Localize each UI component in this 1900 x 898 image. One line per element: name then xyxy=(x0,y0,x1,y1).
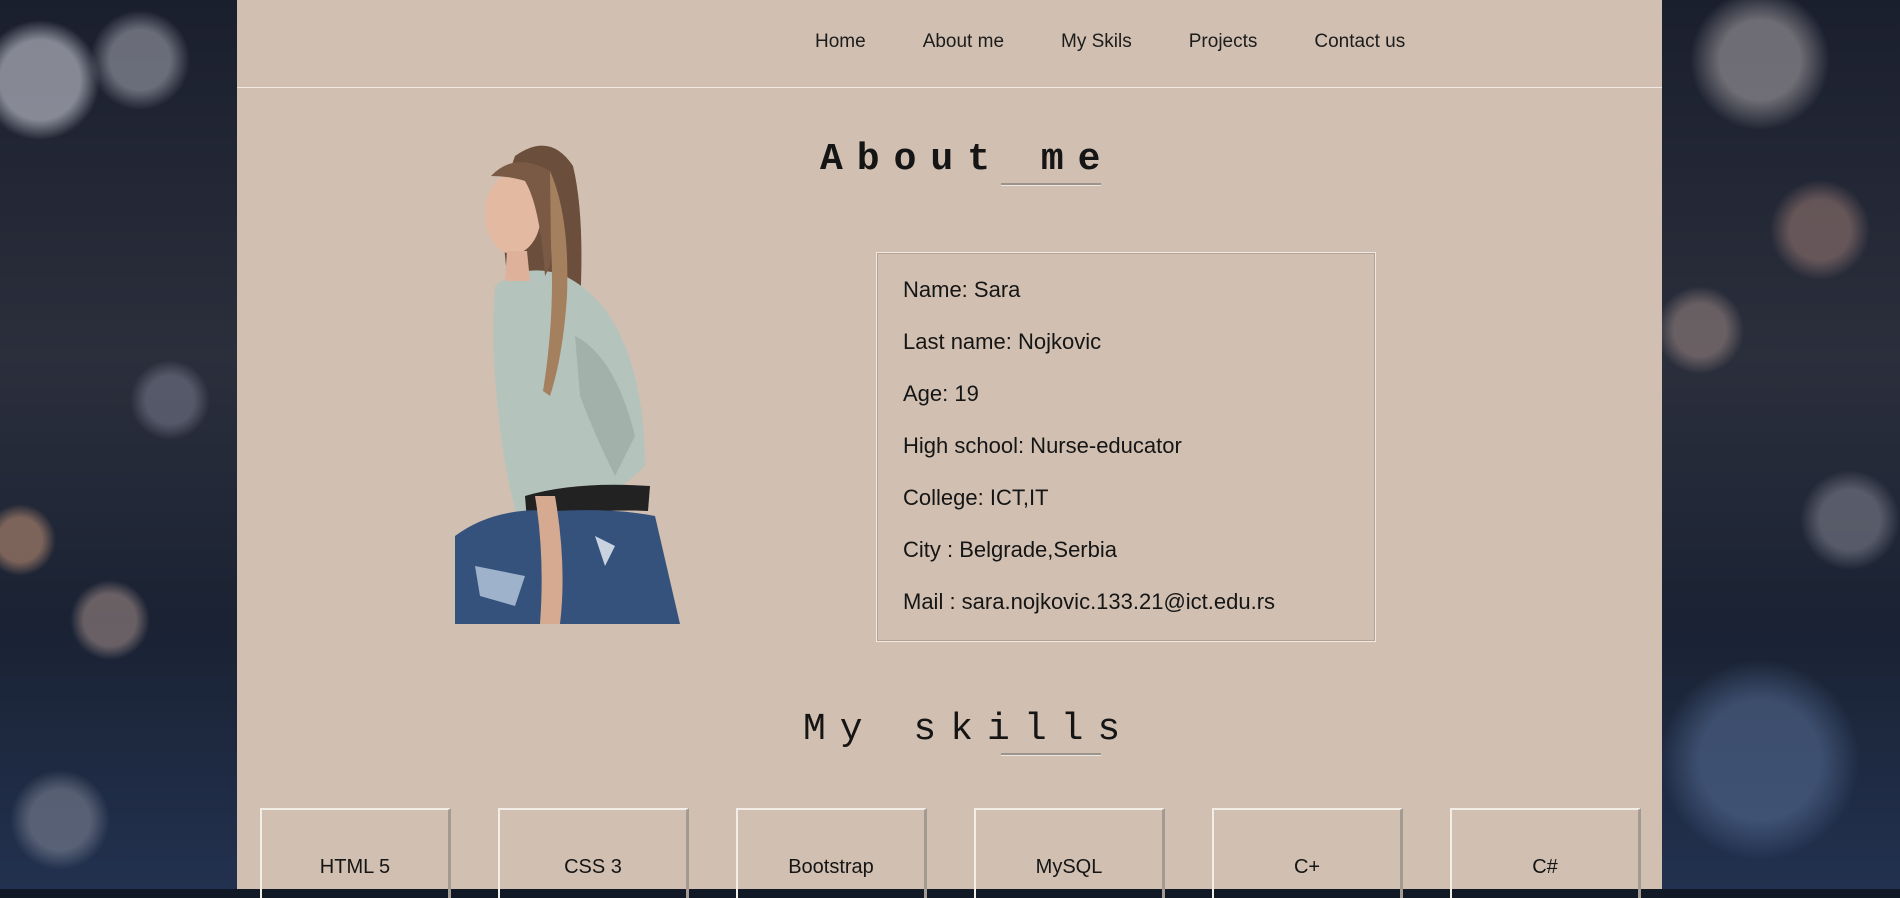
top-navigation: Home About me My Skils Projects Contact … xyxy=(237,0,1662,88)
info-age: Age: 19 xyxy=(903,381,979,406)
personal-info-box: Name: Sara Last name: Nojkovic Age: 19 H… xyxy=(876,252,1376,642)
info-name: Name: Sara xyxy=(903,277,1021,302)
skill-card-bootstrap[interactable]: Bootstrap xyxy=(736,808,927,898)
my-skills-heading: My skills xyxy=(803,708,1135,751)
nav-list: Home About me My Skils Projects Contact … xyxy=(815,31,1405,53)
skill-card-html5[interactable]: HTML 5 xyxy=(260,808,451,898)
nav-item-home[interactable]: Home xyxy=(815,31,866,53)
page-container: Home About me My Skils Projects Contact … xyxy=(237,0,1662,898)
info-college: College: ICT,IT xyxy=(903,485,1049,510)
skill-card-cplus[interactable]: C+ xyxy=(1212,808,1403,898)
profile-photo xyxy=(455,145,680,624)
skills-list: HTML 5 CSS 3 Bootstrap MySQL C+ C# xyxy=(260,808,1641,898)
about-heading-underline xyxy=(1001,183,1101,186)
skill-card-css3[interactable]: CSS 3 xyxy=(498,808,689,898)
nav-item-projects[interactable]: Projects xyxy=(1189,31,1258,53)
skill-card-mysql[interactable]: MySQL xyxy=(974,808,1165,898)
info-high-school: High school: Nurse-educator xyxy=(903,433,1182,458)
about-me-heading: About me xyxy=(820,138,1115,181)
info-mail: Mail : sara.nojkovic.133.21@ict.edu.rs xyxy=(903,589,1276,614)
skills-heading-underline xyxy=(1001,753,1101,756)
skill-card-csharp[interactable]: C# xyxy=(1450,808,1641,898)
nav-item-about-me[interactable]: About me xyxy=(923,31,1004,53)
nav-item-my-skills[interactable]: My Skils xyxy=(1061,31,1132,53)
info-city: City : Belgrade,Serbia xyxy=(903,537,1117,562)
info-last-name: Last name: Nojkovic xyxy=(903,329,1102,354)
nav-item-contact-us[interactable]: Contact us xyxy=(1314,31,1405,53)
